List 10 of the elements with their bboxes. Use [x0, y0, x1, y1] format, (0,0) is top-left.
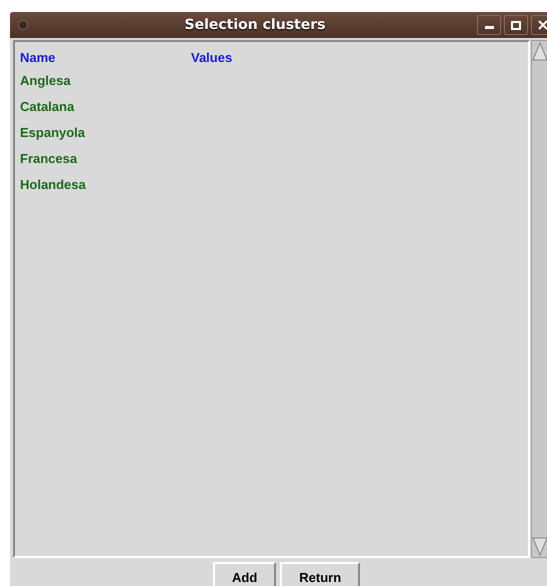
cluster-name[interactable]: Holandesa: [20, 175, 86, 195]
window-title: Selection clusters: [184, 16, 326, 34]
cluster-name[interactable]: Espanyola: [20, 123, 86, 143]
column-header: Values: [191, 49, 232, 67]
return-button[interactable]: Return: [280, 562, 360, 586]
cluster-name[interactable]: Catalana: [20, 97, 74, 117]
add-button[interactable]: Add: [213, 562, 276, 586]
cluster-name[interactable]: Anglesa: [20, 71, 71, 91]
column-header: Name: [20, 49, 56, 67]
cluster-name[interactable]: Francesa: [20, 149, 78, 169]
